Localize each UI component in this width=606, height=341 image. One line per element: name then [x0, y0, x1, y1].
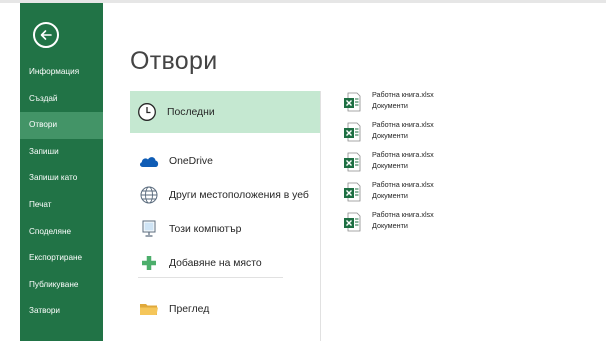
excel-file-icon	[344, 92, 361, 112]
folder-icon	[138, 298, 160, 320]
excel-backstage: Информация Създай Отвори Запиши Запиши к…	[0, 0, 606, 341]
nav-item-close[interactable]: Затвори	[20, 298, 103, 325]
nav-item-label: Запиши като	[29, 173, 78, 183]
file-location: Документи	[372, 161, 408, 170]
recent-file[interactable]: Работна книга.xlsx Документи	[343, 210, 523, 240]
excel-file-icon	[344, 212, 361, 232]
recent-file[interactable]: Работна книга.xlsx Документи	[343, 180, 523, 210]
back-button[interactable]	[33, 22, 59, 48]
file-location: Документи	[372, 101, 408, 110]
recent-file[interactable]: Работна книга.xlsx Документи	[343, 150, 523, 180]
nav-item-print[interactable]: Печат	[20, 192, 103, 219]
pane-divider	[320, 91, 321, 341]
nav-item-publish[interactable]: Публикуване	[20, 272, 103, 299]
nav-item-save-as[interactable]: Запиши като	[20, 165, 103, 192]
nav-item-open[interactable]: Отвори	[20, 112, 103, 139]
file-location: Документи	[372, 191, 408, 200]
file-name: Работна книга.xlsx	[372, 120, 434, 129]
place-browse[interactable]: Преглед	[130, 292, 320, 326]
places-divider	[138, 277, 283, 278]
place-label: Други местоположения в уеб	[169, 189, 309, 201]
open-pane: Отвори Последни OneDrive Други местополо…	[103, 3, 606, 341]
place-this-pc[interactable]: Този компютър	[130, 212, 320, 246]
arrow-left-icon	[40, 30, 52, 40]
excel-file-icon	[344, 152, 361, 172]
file-name: Работна книга.xlsx	[372, 90, 434, 99]
backstage-sidebar: Информация Създай Отвори Запиши Запиши к…	[20, 3, 103, 341]
recent-files-list: Работна книга.xlsx Документи Работна кни…	[343, 90, 523, 240]
cloud-icon	[138, 150, 160, 172]
file-location: Документи	[372, 221, 408, 230]
nav-item-label: Експортиране	[29, 253, 83, 263]
place-recent[interactable]: Последни	[130, 91, 320, 133]
page-title: Отвори	[130, 47, 218, 75]
globe-icon	[138, 184, 160, 206]
nav-item-save[interactable]: Запиши	[20, 139, 103, 166]
place-label: Добавяне на място	[169, 257, 262, 269]
excel-file-icon	[344, 182, 361, 202]
recent-file[interactable]: Работна книга.xlsx Документи	[343, 120, 523, 150]
nav-item-new[interactable]: Създай	[20, 86, 103, 113]
file-name: Работна книга.xlsx	[372, 150, 434, 159]
nav-item-label: Информация	[29, 67, 80, 76]
place-add[interactable]: Добавяне на място	[130, 246, 320, 280]
excel-file-icon	[344, 122, 361, 142]
backstage-nav: Информация Създай Отвори Запиши Запиши к…	[20, 59, 103, 325]
place-onedrive[interactable]: OneDrive	[130, 144, 320, 178]
nav-item-share[interactable]: Споделяне	[20, 219, 103, 246]
file-location: Документи	[372, 131, 408, 140]
place-other-web[interactable]: Други местоположения в уеб	[130, 178, 320, 212]
file-name: Работна книга.xlsx	[372, 180, 434, 189]
nav-item-label: Споделяне	[29, 226, 72, 236]
places-list: Последни OneDrive Други местоположения в…	[130, 91, 320, 326]
file-name: Работна книга.xlsx	[372, 210, 434, 219]
nav-item-label: Публикуване	[29, 279, 79, 289]
place-label: Този компютър	[169, 223, 242, 235]
recent-file[interactable]: Работна книга.xlsx Документи	[343, 90, 523, 120]
nav-item-export[interactable]: Експортиране	[20, 245, 103, 272]
nav-item-label: Затвори	[29, 306, 61, 316]
place-label: Преглед	[169, 303, 210, 315]
clock-icon	[136, 101, 158, 123]
place-label: Последни	[167, 106, 215, 118]
nav-item-label: Създай	[29, 93, 58, 103]
nav-item-label: Отвори	[29, 120, 58, 130]
nav-item-info[interactable]: Информация	[20, 59, 103, 86]
computer-icon	[138, 218, 160, 240]
nav-item-label: Печат	[29, 199, 52, 209]
place-label[interactable]: OneDrive	[169, 156, 213, 167]
plus-icon	[138, 252, 160, 274]
nav-item-label: Запиши	[29, 146, 59, 156]
